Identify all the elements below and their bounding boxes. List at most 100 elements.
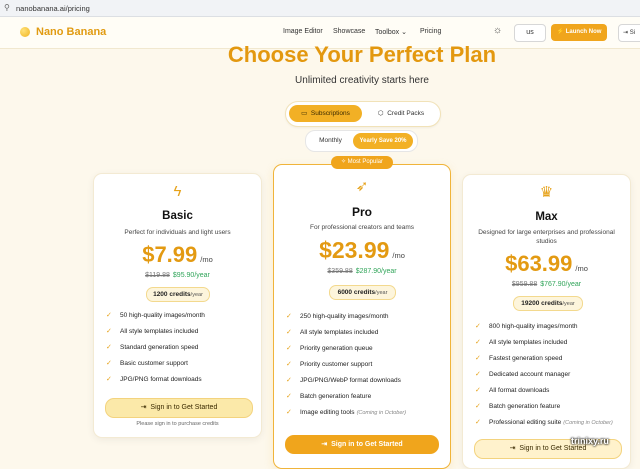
discounted-price: $767.90/year (540, 281, 582, 288)
plan-description: For professional creators and teams (309, 224, 415, 231)
nav-link-toolbox[interactable]: Toolbox ⌄ (375, 28, 407, 36)
tab-credit-packs-label: Credit Packs (387, 110, 425, 117)
nav-link-image-editor[interactable]: Image Editor (283, 28, 323, 35)
feature-text: All style templates included (489, 339, 568, 346)
sign-in-button[interactable]: ⇥ Si (618, 24, 640, 42)
price-period: /mo (200, 255, 213, 264)
credits-unit: /year (190, 292, 203, 298)
billing-monthly[interactable]: Monthly (309, 134, 352, 148)
check-icon: ✓ (475, 323, 481, 330)
feature-item: ✓ Professional editing suite (Coming in Oc… (475, 415, 624, 431)
site-info-icon[interactable]: ⚲ (4, 3, 10, 12)
feature-item: ✓ Dedicated account manager (475, 367, 624, 383)
feature-text: Image editing tools (300, 409, 355, 416)
tab-credit-packs[interactable]: ⬡ Credit Packs (366, 105, 436, 122)
feature-item: ✓ 250 high-quality images/month (286, 309, 444, 325)
feature-text: Batch generation feature (489, 403, 561, 410)
card-icon: ▭ (301, 110, 308, 117)
feature-text: All style templates included (300, 329, 379, 336)
banana-logo-icon[interactable] (20, 27, 30, 37)
plan-name: Max (535, 211, 558, 223)
watermark: trinixy.ru (571, 436, 609, 446)
feature-item: ✓ JPG/PNG/WebP format downloads (286, 373, 444, 389)
language-selector[interactable]: us (514, 24, 546, 42)
plan-price: $7.99/mo (94, 242, 261, 268)
sign-in-label: Si (629, 30, 636, 36)
feature-item: ✓ All style templates included (106, 324, 255, 340)
feature-item: ✓ Standard generation speed (106, 340, 255, 356)
feature-text: JPG/PNG format downloads (120, 376, 202, 383)
check-icon: ✓ (106, 344, 112, 351)
button-label: Sign in to Get Started (331, 441, 403, 448)
price-period: /mo (575, 264, 588, 273)
coming-soon-note: (Coming in October) (356, 410, 407, 416)
feature-item: ✓ Batch generation feature (475, 399, 624, 415)
nav-link-showcase[interactable]: Showcase (333, 28, 365, 35)
launch-now-button[interactable]: ⚡ Launch Now (551, 24, 607, 41)
feature-item: ✓ 50 high-quality images/month (106, 308, 255, 324)
discounted-price: $287.90/year (355, 268, 397, 275)
billing-period-toggle: Monthly Yearly Save 20% (305, 130, 418, 152)
button-label: Sign in to Get Started (519, 445, 587, 452)
feature-text: Basic customer support (120, 360, 188, 367)
plan-price: $63.99/mo (463, 251, 630, 277)
login-icon: ⇥ (623, 30, 629, 36)
billing-yearly[interactable]: Yearly Save 20% (353, 133, 413, 149)
check-icon: ✓ (475, 403, 481, 410)
feature-text: All style templates included (120, 328, 199, 335)
feature-text: 250 high-quality images/month (300, 313, 389, 320)
plan-description: Perfect for individuals and light users (124, 229, 231, 236)
credits-unit: /year (562, 301, 575, 307)
crown-icon: ♛ (539, 184, 554, 201)
credits-badge: 1200 credits/year (146, 287, 210, 302)
feature-item: ✓ All format downloads (475, 383, 624, 399)
browser-address-bar[interactable]: ⚲ nanobanana.ai/pricing (0, 0, 640, 17)
check-icon: ✓ (286, 393, 292, 400)
url-text[interactable]: nanobanana.ai/pricing (16, 4, 90, 13)
feature-list: ✓ 250 high-quality images/month ✓ All styl… (286, 309, 444, 421)
coming-soon-note: (Coming in October) (563, 420, 613, 426)
feature-item: ✓ JPG/PNG format downloads (106, 372, 255, 388)
credits-badge: 6000 credits/year (329, 285, 396, 300)
brand-name[interactable]: Nano Banana (36, 26, 106, 38)
feature-text: Fastest generation speed (489, 355, 563, 362)
credits-amount: 19200 credits (521, 300, 563, 307)
yearly-price: $119.88 $95.90/year (94, 272, 261, 279)
check-icon: ✓ (475, 371, 481, 378)
feature-list: ✓ 50 high-quality images/month ✓ All style… (106, 308, 255, 388)
rocket-icon: ➶ (355, 178, 369, 195)
plan-description: Designed for large enterprises and profe… (478, 229, 615, 245)
pro-sign-in-button[interactable]: ⇥ Sign in to Get Started (285, 435, 439, 454)
check-icon: ✓ (286, 409, 292, 416)
plan-price: $23.99/mo (274, 237, 450, 264)
sign-in-hint: Please sign in to purchase credits (136, 421, 219, 427)
check-icon: ✓ (286, 361, 292, 368)
theme-toggle-sun-icon[interactable]: ☼ (493, 25, 502, 36)
check-icon: ✓ (286, 329, 292, 336)
credits-badge: 19200 credits/year (513, 296, 583, 311)
plan-card-basic: ϟ Basic Perfect for individuals and ligh… (93, 173, 262, 438)
launch-now-label: Launch Now (565, 29, 602, 35)
price-amount: $7.99 (142, 242, 198, 267)
credits-unit: /year (375, 290, 388, 296)
plan-type-switcher: ▭ Subscriptions ⬡ Credit Packs (285, 101, 441, 127)
plan-name: Pro (351, 205, 372, 219)
price-period: /mo (392, 251, 405, 260)
login-icon: ⇥ (140, 404, 147, 411)
feature-item: ✓ Image editing tools (Coming in October) (286, 405, 444, 421)
feature-item: ✓ Fastest generation speed (475, 351, 624, 367)
basic-sign-in-button[interactable]: ⇥ Sign in to Get Started (105, 398, 253, 418)
nav-link-pricing[interactable]: Pricing (420, 28, 441, 35)
feature-item: ✓ Batch generation feature (286, 389, 444, 405)
check-icon: ✓ (475, 355, 481, 362)
login-icon: ⇥ (509, 445, 516, 452)
original-price: $359.88 (327, 268, 353, 275)
feature-item: ✓ All style templates included (286, 325, 444, 341)
check-icon: ✓ (106, 312, 112, 319)
lightning-icon: ϟ (173, 183, 182, 200)
check-icon: ✓ (286, 345, 292, 352)
tab-subscriptions-label: Subscriptions (310, 110, 350, 117)
feature-item: ✓ All style templates included (475, 335, 624, 351)
package-icon: ⬡ (377, 110, 384, 117)
tab-subscriptions[interactable]: ▭ Subscriptions (289, 105, 362, 122)
